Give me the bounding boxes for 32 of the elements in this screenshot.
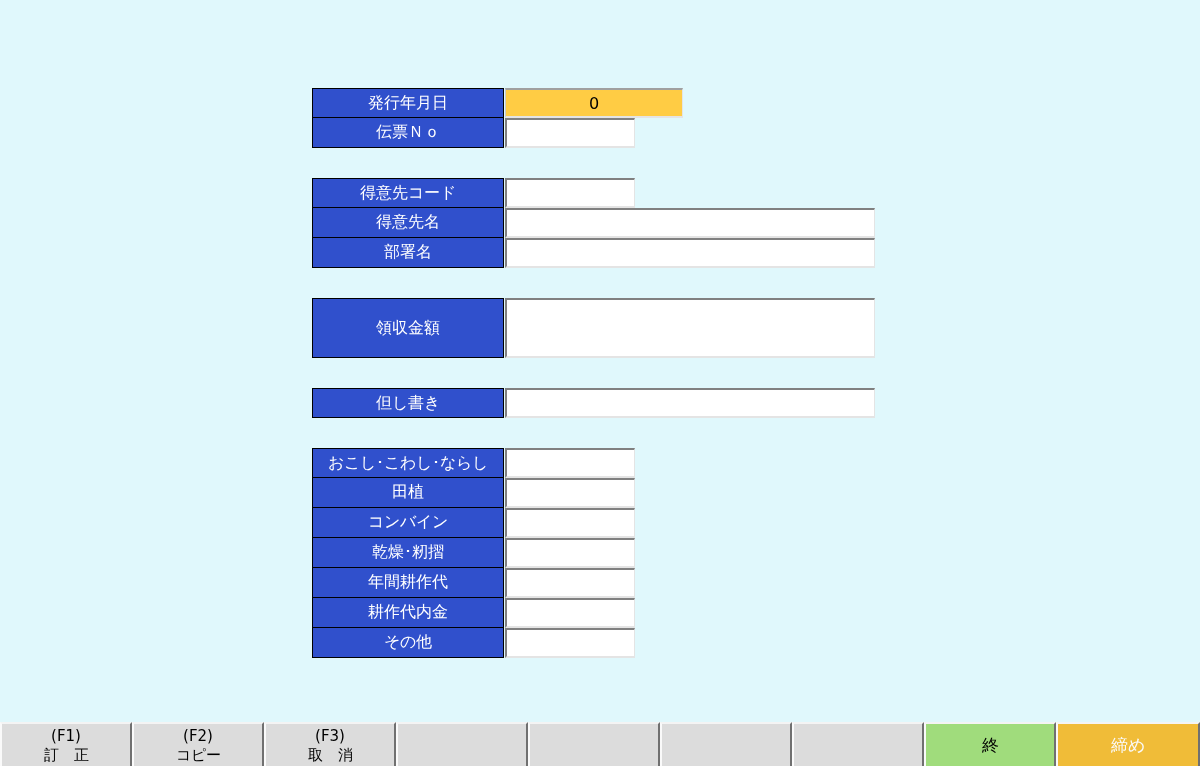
field-label: その他	[312, 628, 504, 658]
function-key-button[interactable]: (F2) コピー	[132, 722, 264, 766]
input-field[interactable]	[505, 298, 875, 358]
field-label: 乾燥･籾摺	[312, 538, 504, 568]
input-field[interactable]	[505, 118, 635, 148]
function-key-button[interactable]: (F1) 訂 正	[0, 722, 132, 766]
field-label: 但し書き	[312, 388, 504, 418]
field-label: 年間耕作代	[312, 568, 504, 598]
field-label: 耕作代内金	[312, 598, 504, 628]
input-field[interactable]	[505, 568, 635, 598]
input-field[interactable]	[505, 208, 875, 238]
input-field[interactable]	[505, 538, 635, 568]
field-label: 伝票Ｎｏ	[312, 118, 504, 148]
field-label: コンバイン	[312, 508, 504, 538]
field-label: 発行年月日	[312, 88, 504, 118]
input-field[interactable]	[505, 598, 635, 628]
field-label: 得意先名	[312, 208, 504, 238]
field-label: 田植	[312, 478, 504, 508]
input-field[interactable]	[505, 238, 875, 268]
field-label: 得意先コード	[312, 178, 504, 208]
field-label: おこし･こわし･ならし	[312, 448, 504, 478]
function-key-button[interactable]: (F3) 取 消	[264, 722, 396, 766]
input-field[interactable]	[505, 388, 875, 418]
field-label: 部署名	[312, 238, 504, 268]
input-field[interactable]: 0	[505, 88, 683, 118]
input-field[interactable]	[505, 628, 635, 658]
input-field[interactable]	[505, 478, 635, 508]
input-field[interactable]	[505, 448, 635, 478]
input-field[interactable]	[505, 178, 635, 208]
action-button[interactable]: 終	[924, 722, 1056, 766]
input-field[interactable]	[505, 508, 635, 538]
field-label: 領収金額	[312, 298, 504, 358]
